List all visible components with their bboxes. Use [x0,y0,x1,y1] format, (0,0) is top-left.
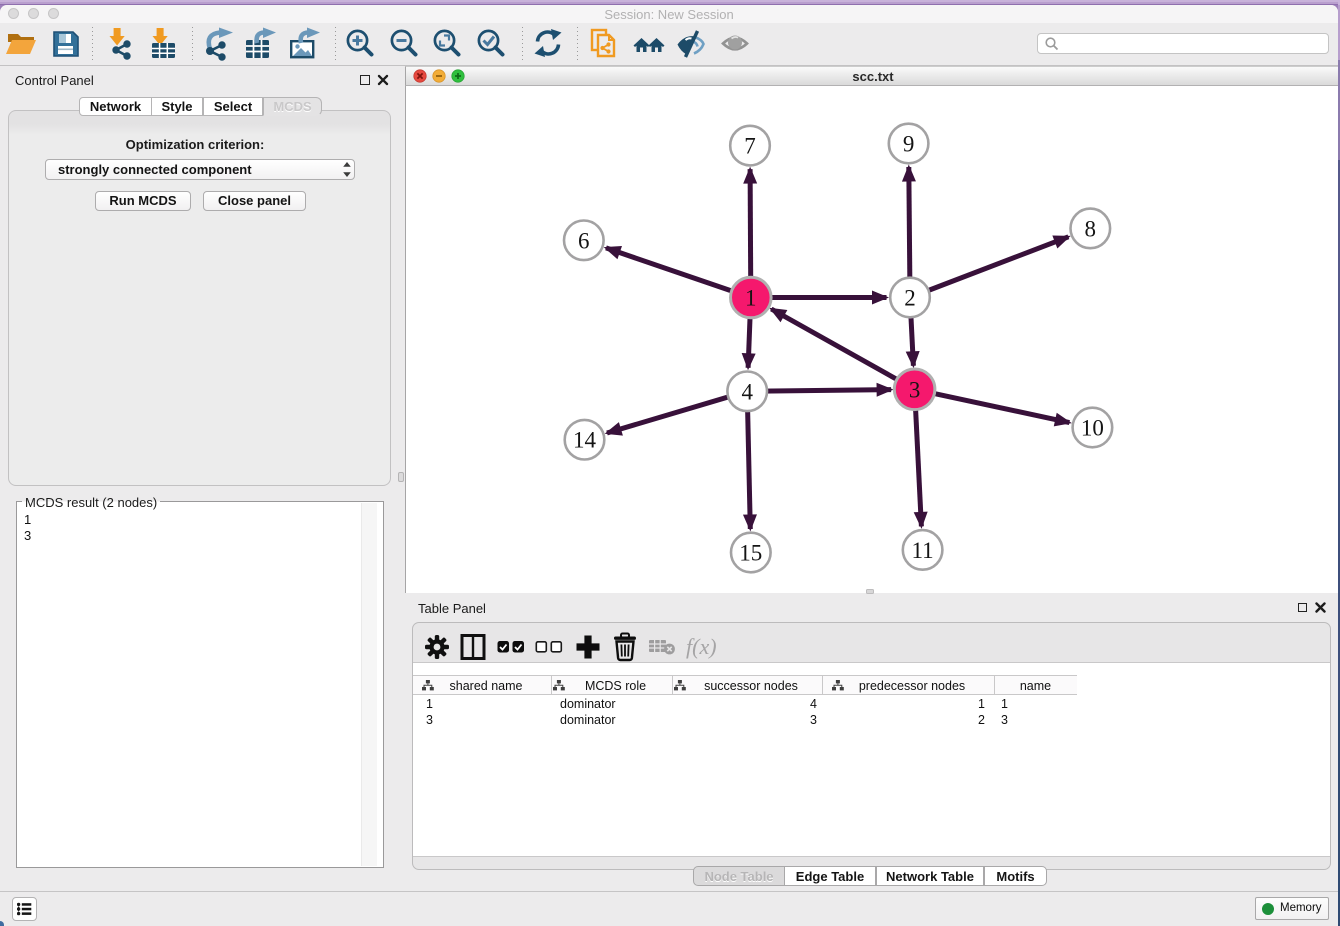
svg-text:9: 9 [903,132,915,157]
svg-text:7: 7 [744,134,756,159]
svg-text:11: 11 [912,538,934,563]
svg-text:2: 2 [904,286,916,311]
svg-text:10: 10 [1081,416,1104,441]
svg-text:14: 14 [573,428,597,453]
svg-text:3: 3 [909,377,921,402]
svg-text:1: 1 [745,286,757,311]
svg-text:4: 4 [741,379,753,404]
svg-text:6: 6 [578,228,590,253]
svg-text:15: 15 [739,541,762,566]
svg-text:8: 8 [1085,216,1097,241]
